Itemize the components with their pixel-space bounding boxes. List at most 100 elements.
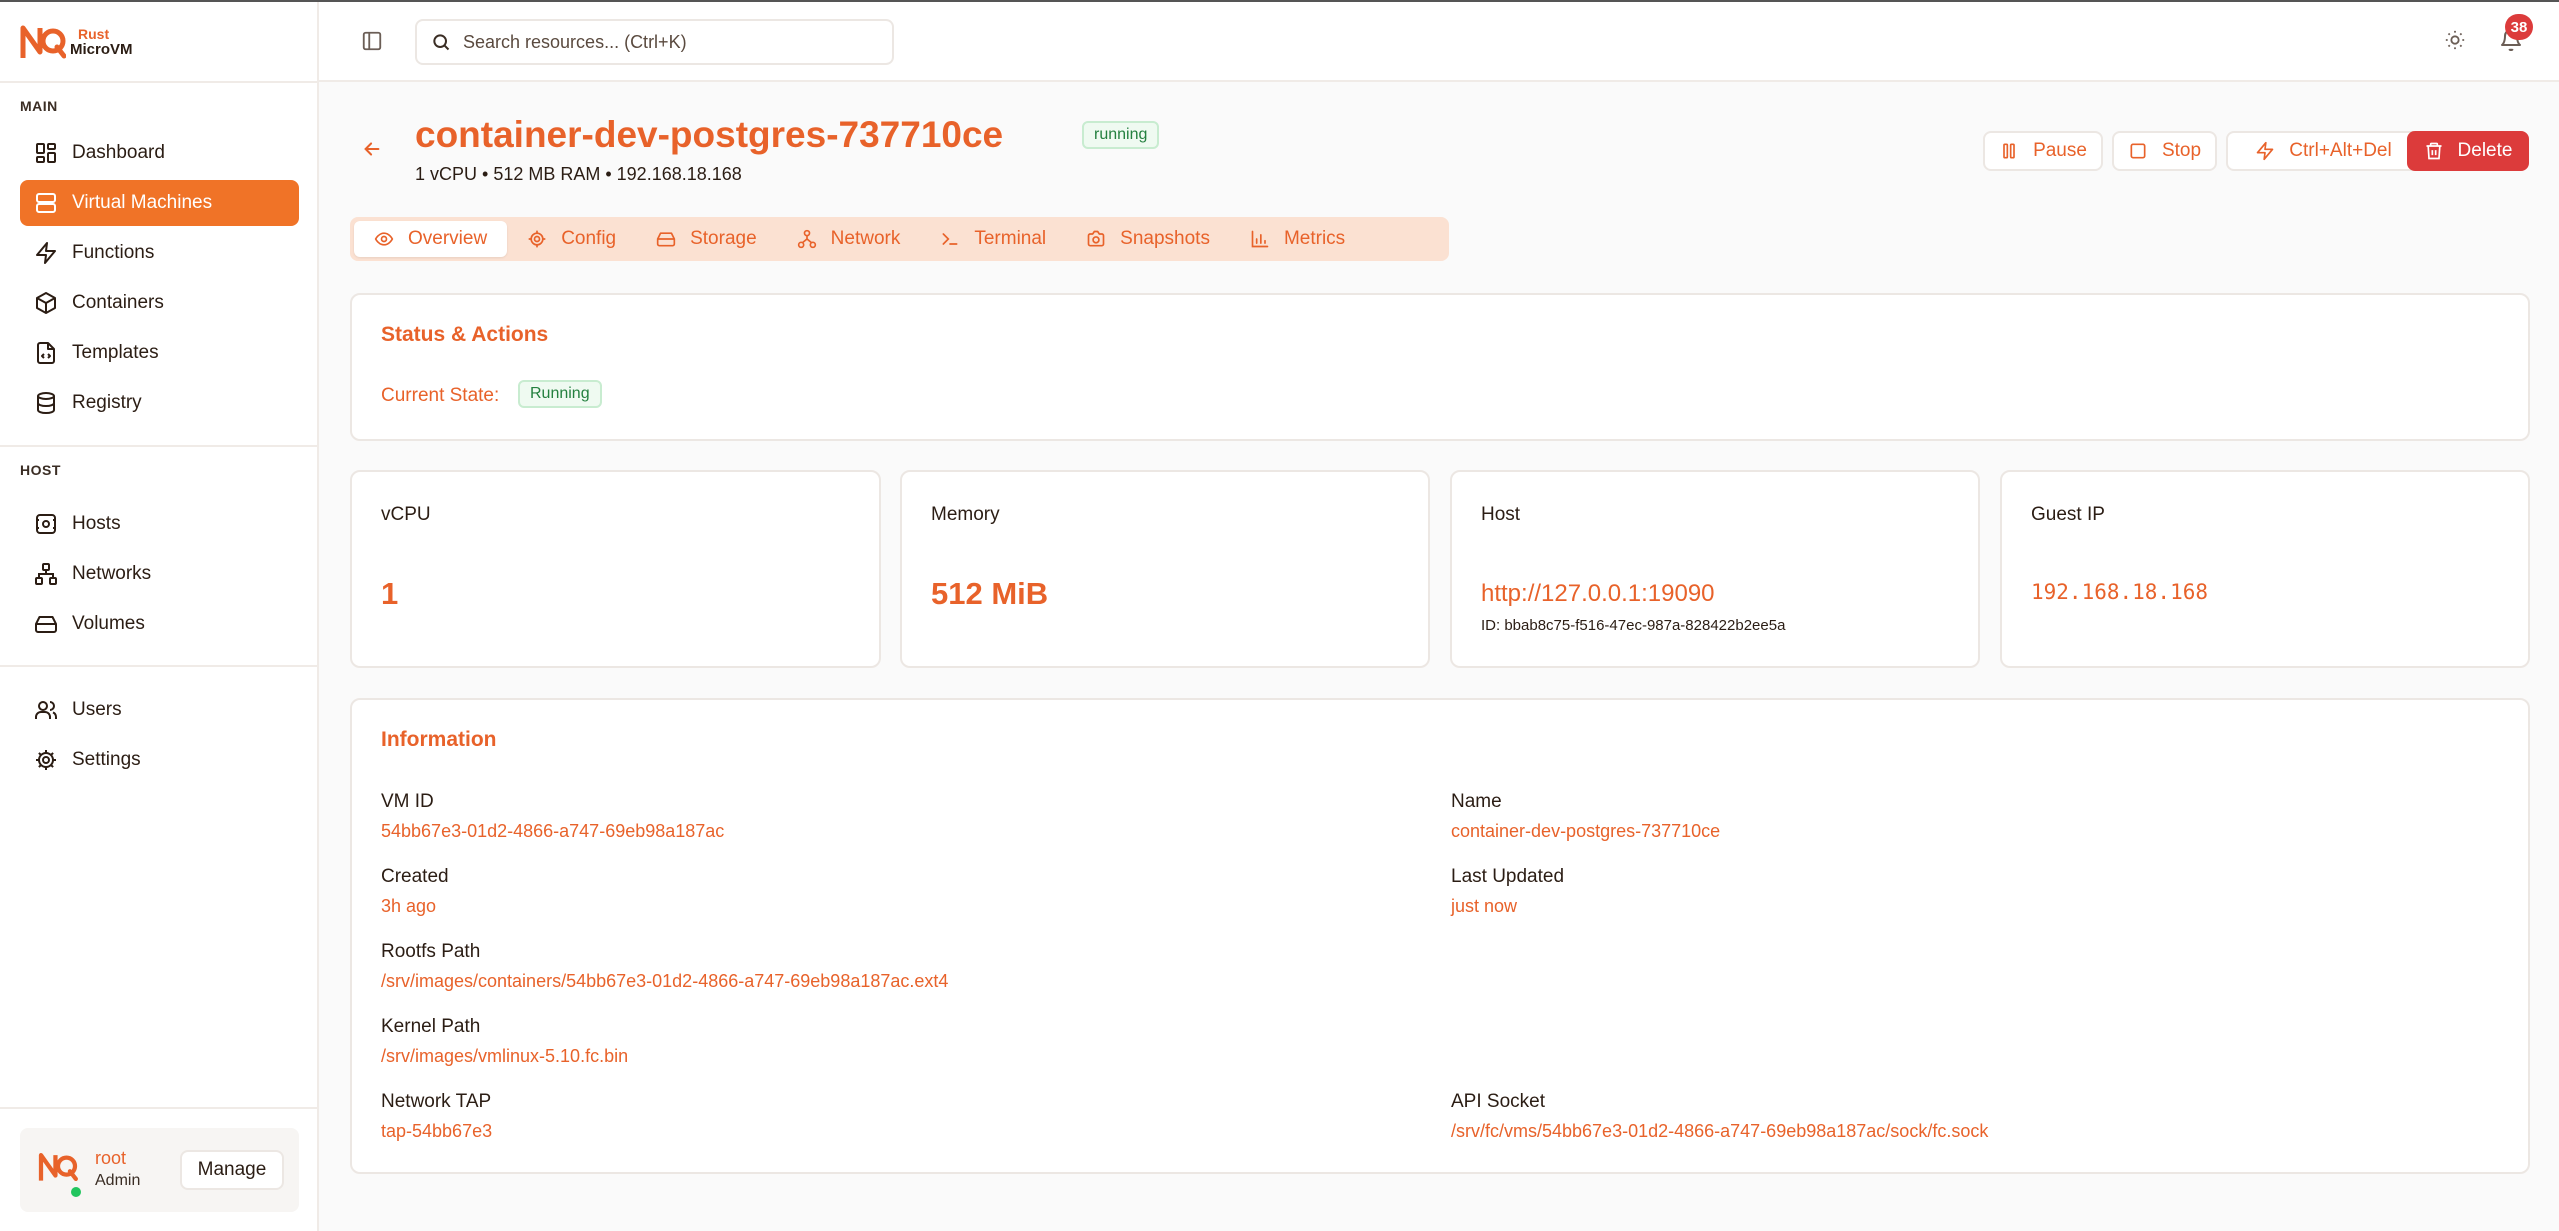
sidebar-item-label: Volumes — [72, 613, 145, 634]
sidebar-toggle-icon[interactable] — [361, 30, 383, 52]
stat-value: 1 — [381, 576, 399, 611]
sidebar-item-templates[interactable]: Templates — [20, 330, 299, 376]
tab-snapshots[interactable]: Snapshots — [1066, 221, 1230, 257]
ctrl-alt-del-button[interactable]: Ctrl+Alt+Del — [2226, 131, 2421, 171]
bar-chart-icon — [1250, 229, 1270, 249]
tab-label: Snapshots — [1120, 228, 1210, 249]
camera-icon — [1086, 229, 1106, 249]
tab-label: Storage — [690, 228, 757, 249]
sidebar-item-label: Hosts — [72, 513, 121, 534]
card-title: Status & Actions — [381, 323, 549, 346]
tab-label: Metrics — [1283, 228, 1346, 249]
dashboard-icon — [34, 141, 58, 165]
sidebar-item-label: Dashboard — [72, 142, 165, 163]
sidebar-item-functions[interactable]: Functions — [20, 230, 299, 276]
current-state-label: Current State: — [381, 385, 500, 406]
users-icon — [34, 698, 58, 722]
pause-label: Pause — [2033, 140, 2087, 161]
sidebar-section-host: HOST — [20, 462, 61, 478]
tab-network[interactable]: Network — [777, 221, 921, 257]
pause-button[interactable]: Pause — [1983, 131, 2103, 171]
tab-storage[interactable]: Storage — [636, 221, 777, 257]
info-label: Name — [1451, 791, 1502, 812]
stat-label: Guest IP — [2031, 504, 2105, 525]
user-role: Admin — [95, 1172, 141, 1189]
info-value: 3h ago — [381, 896, 437, 916]
stop-button[interactable]: Stop — [2112, 131, 2217, 171]
brand-line-rust: Rust — [78, 26, 110, 42]
info-value: /srv/images/containers/54bb67e3-01d2-486… — [381, 971, 949, 991]
sidebar-item-volumes[interactable]: Volumes — [20, 601, 299, 647]
sidebar-item-networks[interactable]: Networks — [20, 551, 299, 597]
info-label: Kernel Path — [381, 1016, 481, 1037]
delete-button[interactable]: Delete — [2407, 131, 2529, 171]
server-icon — [34, 191, 58, 215]
delete-label: Delete — [2457, 140, 2513, 161]
stat-label: Memory — [931, 504, 1000, 525]
info-label: Network TAP — [381, 1091, 492, 1112]
tab-terminal[interactable]: Terminal — [920, 221, 1066, 257]
gear-icon — [34, 748, 58, 772]
hard-drive-icon — [656, 229, 676, 249]
search-input[interactable]: Search resources... (Ctrl+K) — [415, 19, 894, 65]
sidebar-item-containers[interactable]: Containers — [20, 280, 299, 326]
bolt-icon — [34, 241, 58, 265]
tab-overview[interactable]: Overview — [354, 221, 508, 257]
avatar[interactable] — [38, 1150, 78, 1184]
vcpu-card: vCPU 1 — [350, 470, 881, 668]
sidebar-item-users[interactable]: Users — [20, 687, 299, 733]
vm-summary: 1 vCPU • 512 MB RAM • 192.168.18.168 — [415, 164, 742, 184]
user-name: root — [95, 1148, 127, 1168]
tab-config[interactable]: Config — [507, 221, 636, 257]
gear-icon — [527, 229, 547, 249]
info-value: /srv/images/vmlinux-5.10.fc.bin — [381, 1046, 629, 1066]
sidebar-divider — [0, 445, 319, 447]
info-label: Last Updated — [1451, 866, 1565, 887]
sidebar-item-label: Settings — [72, 749, 141, 770]
sidebar-item-dashboard[interactable]: Dashboard — [20, 130, 299, 176]
stat-value: 512 MiB — [931, 576, 1049, 611]
card-title: Information — [381, 728, 497, 751]
sidebar-item-hosts[interactable]: Hosts — [20, 501, 299, 547]
tab-label: Network — [830, 228, 901, 249]
network-icon — [34, 562, 58, 586]
stop-icon — [2128, 141, 2148, 161]
info-value: just now — [1451, 896, 1518, 916]
sidebar-item-label: Networks — [72, 563, 152, 584]
sidebar-section-main: MAIN — [20, 98, 58, 114]
sidebar: Rust MicroVM MAIN Dashboard Virtual Mach… — [0, 2, 319, 1231]
sidebar-item-label: Virtual Machines — [72, 192, 213, 213]
stat-label: vCPU — [381, 504, 431, 525]
brand-line-microvm: MicroVM — [70, 41, 133, 58]
tab-label: Overview — [408, 228, 488, 249]
host-url-link[interactable]: http://127.0.0.1:19090 — [1481, 580, 1715, 608]
sidebar-item-label: Users — [72, 699, 122, 720]
brand-logo[interactable]: Rust MicroVM — [20, 20, 133, 64]
sidebar-item-label: Registry — [72, 392, 142, 413]
search-icon — [431, 32, 451, 52]
back-arrow-icon[interactable] — [361, 138, 383, 160]
sidebar-item-label: Functions — [72, 242, 155, 263]
sidebar-item-virtual-machines[interactable]: Virtual Machines — [20, 180, 299, 226]
info-label: Created — [381, 866, 449, 887]
information-card: Information VM ID 54bb67e3-01d2-4866-a74… — [350, 698, 2530, 1174]
sidebar-item-registry[interactable]: Registry — [20, 380, 299, 426]
bolt-icon — [2255, 141, 2275, 161]
ctrl-alt-del-label: Ctrl+Alt+Del — [2289, 140, 2392, 161]
tab-metrics[interactable]: Metrics — [1230, 221, 1365, 257]
sidebar-item-settings[interactable]: Settings — [20, 737, 299, 783]
host-card: Host http://127.0.0.1:19090 ID: bbab8c75… — [1450, 470, 1980, 668]
manage-button[interactable]: Manage — [180, 1150, 284, 1190]
box-icon — [34, 291, 58, 315]
status-badge: running — [1082, 121, 1160, 149]
status-actions-card: Status & Actions Current State: Running — [350, 293, 2530, 441]
sidebar-divider — [0, 81, 319, 83]
file-code-icon — [34, 341, 58, 365]
info-label: Rootfs Path — [381, 941, 481, 962]
sun-icon[interactable] — [2444, 29, 2466, 51]
topbar: Search resources... (Ctrl+K) 38 — [319, 2, 2559, 82]
trash-icon — [2424, 141, 2444, 161]
detail-tabs: Overview Config Storage Network Terminal… — [350, 217, 1449, 261]
sidebar-item-label: Containers — [72, 292, 164, 313]
online-status-indicator — [69, 1185, 83, 1199]
